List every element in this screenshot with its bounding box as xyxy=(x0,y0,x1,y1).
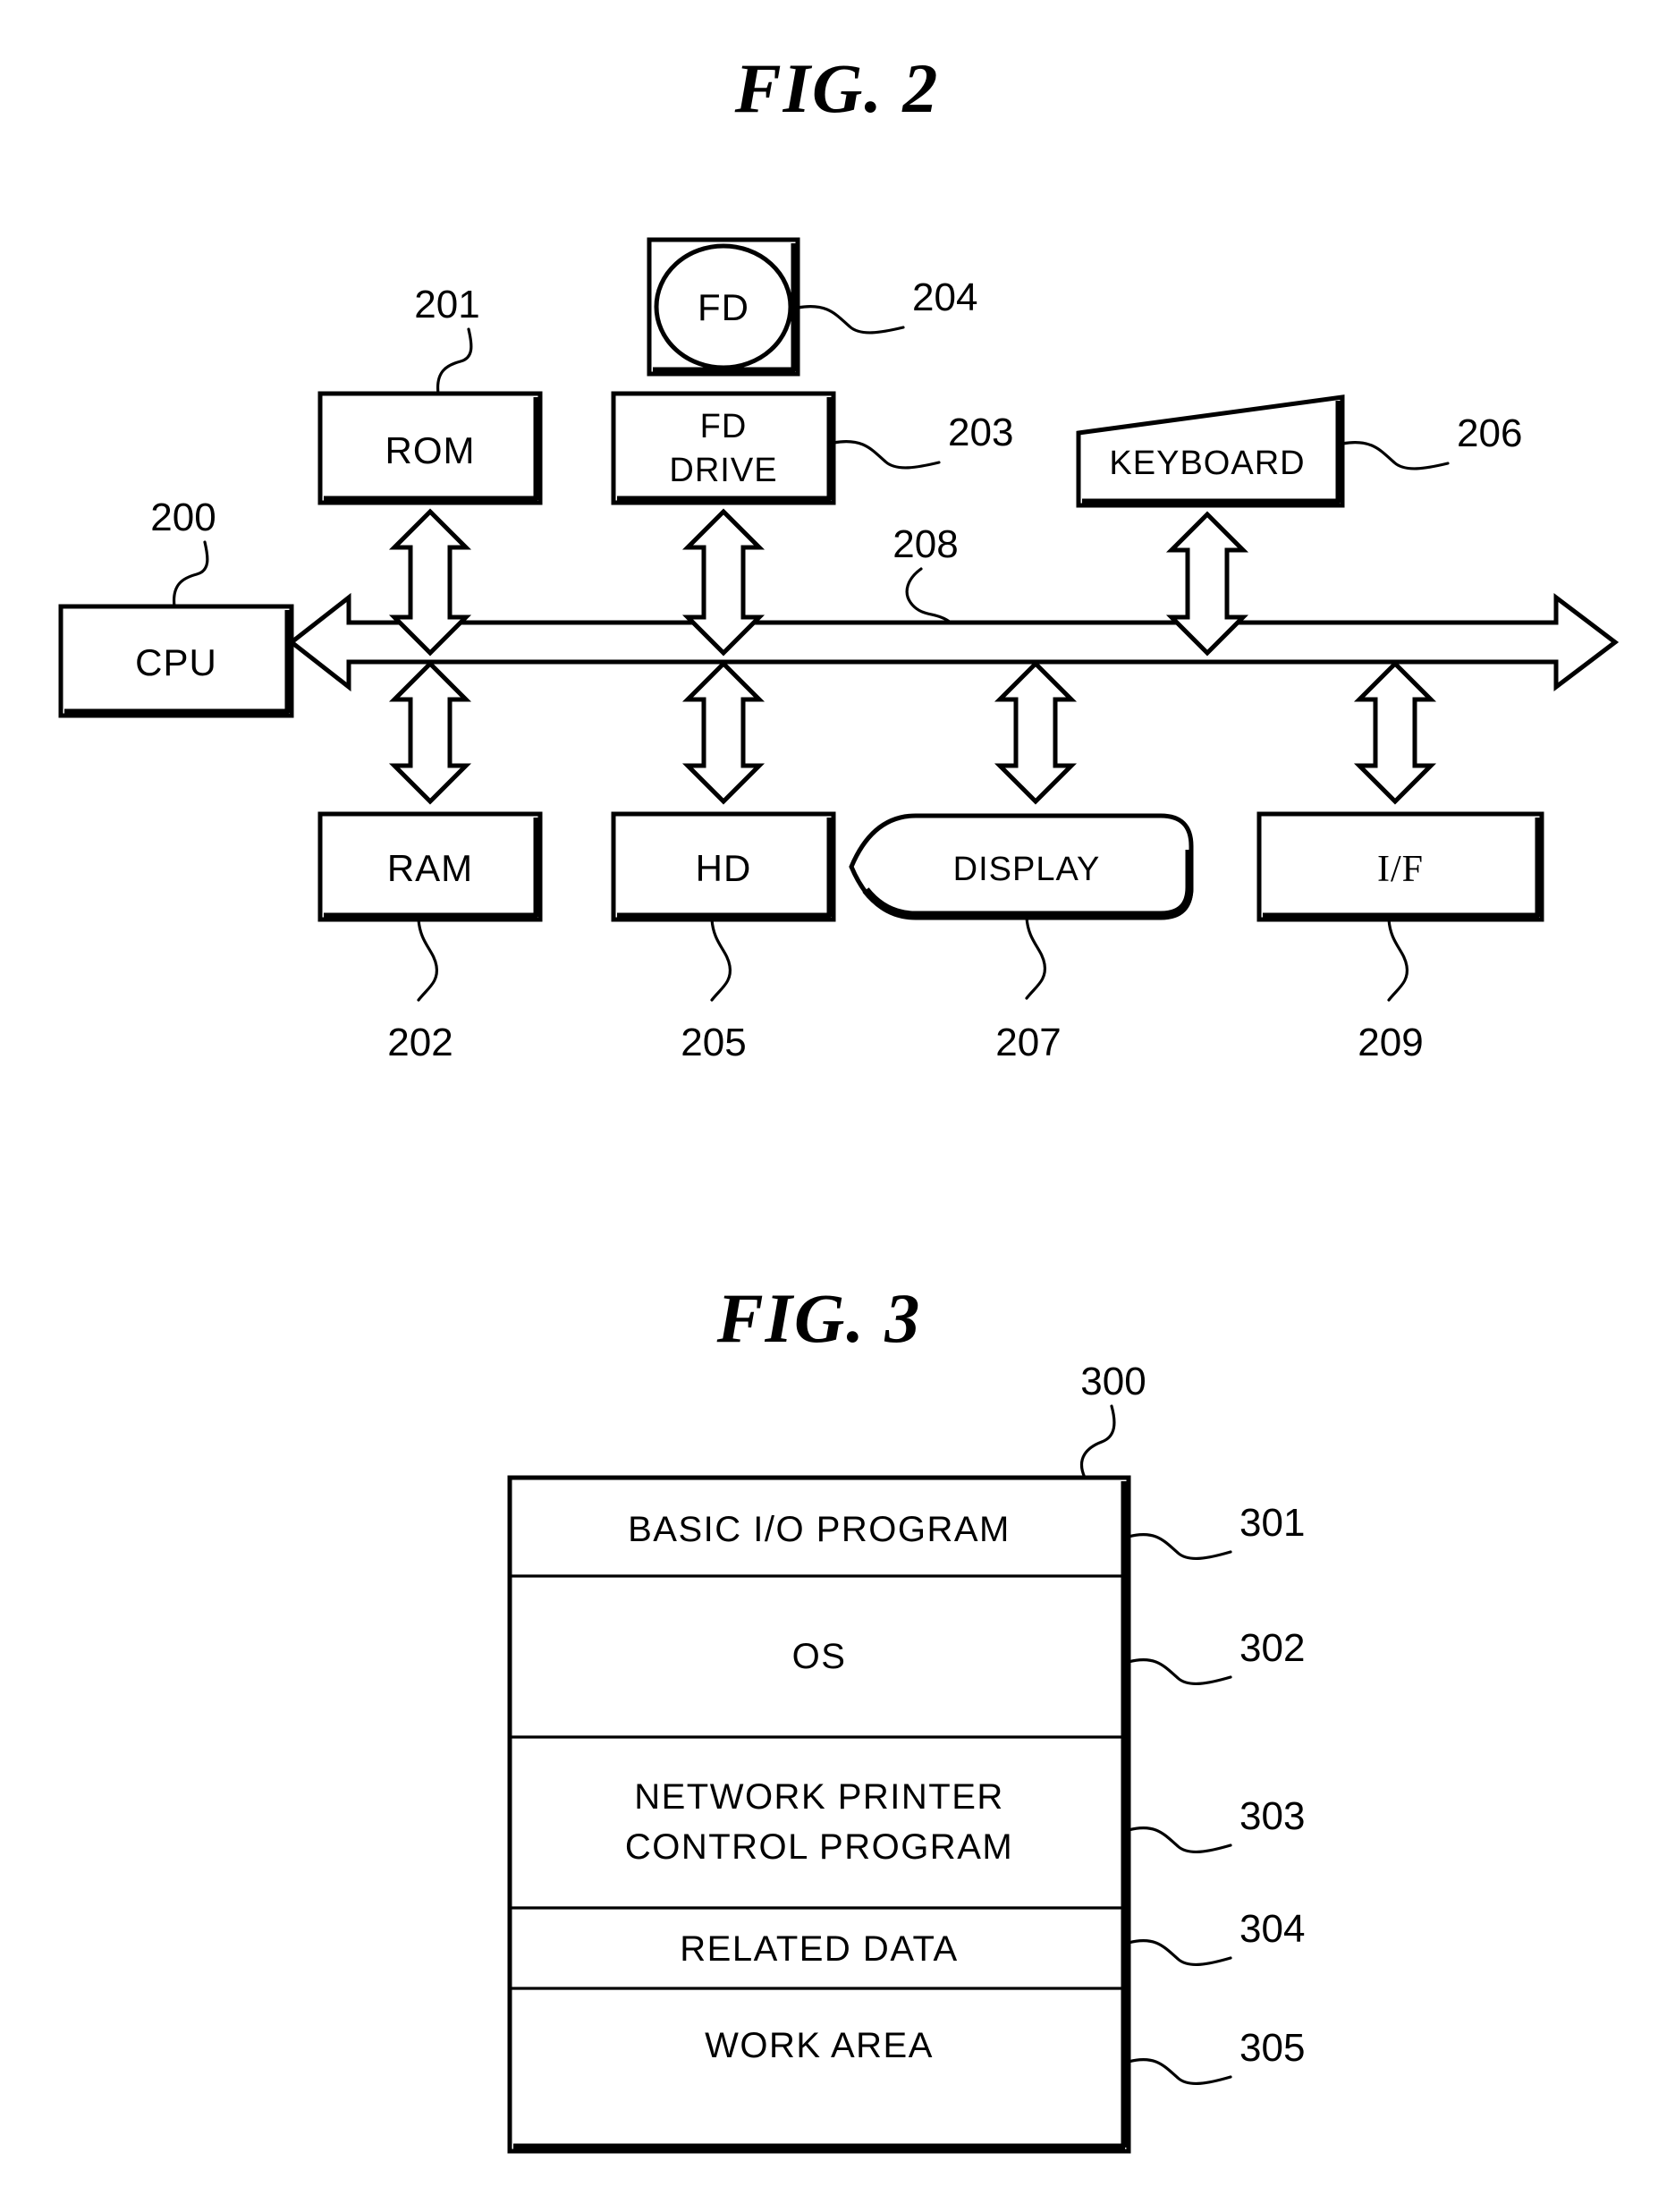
fd-drive-label-line1: FD xyxy=(700,408,748,445)
memory-row-label-1: BASIC I/O PROGRAM xyxy=(628,1510,1011,1549)
memory-row-label-5: WORK AREA xyxy=(705,2026,934,2065)
memory-row-label-3-line1: NETWORK PRINTER xyxy=(634,1777,1004,1817)
ref-number-303: 303 xyxy=(1239,1794,1305,1838)
keyboard-label: KEYBOARD xyxy=(1109,445,1305,482)
display-box: DISPLAY xyxy=(849,813,1194,920)
fd-drive-label-line2: DRIVE xyxy=(669,452,777,489)
memory-map-table: BASIC I/O PROGRAM OS NETWORK PRINTER CON… xyxy=(507,1475,1131,2154)
fd-disk-label: FD xyxy=(698,286,749,328)
cpu-box: CPU xyxy=(58,604,294,718)
ref-number-200: 200 xyxy=(150,496,216,539)
ref-number-208: 208 xyxy=(892,522,958,566)
interface-box: I/F xyxy=(1256,811,1544,922)
hd-box: HD xyxy=(611,811,836,922)
ram-label: RAM xyxy=(387,847,473,889)
ref-number-202: 202 xyxy=(387,1021,453,1064)
ref-number-305: 305 xyxy=(1239,2026,1305,2070)
memory-row-label-4: RELATED DATA xyxy=(680,1929,958,1969)
ref-number-304: 304 xyxy=(1239,1907,1305,1951)
ram-box: RAM xyxy=(317,811,543,922)
ref-number-204: 204 xyxy=(912,275,977,319)
ref-number-203: 203 xyxy=(948,411,1013,454)
interface-label: I/F xyxy=(1377,849,1424,890)
ref-number-209: 209 xyxy=(1358,1021,1423,1064)
figure-2-title: FIG. 2 xyxy=(734,49,940,127)
hd-label: HD xyxy=(696,847,752,889)
cpu-label: CPU xyxy=(135,641,217,683)
ref-number-206: 206 xyxy=(1457,411,1522,455)
ref-number-201: 201 xyxy=(414,283,479,326)
figure-3-title: FIG. 3 xyxy=(716,1279,922,1357)
ref-number-300: 300 xyxy=(1080,1360,1146,1403)
ref-number-205: 205 xyxy=(681,1021,746,1064)
rom-label: ROM xyxy=(385,429,476,471)
memory-row-label-3-line2: CONTROL PROGRAM xyxy=(625,1827,1013,1867)
memory-row-label-2: OS xyxy=(792,1637,847,1676)
rom-box: ROM xyxy=(317,391,543,505)
fd-disk-symbol: FD xyxy=(647,237,800,377)
ref-number-302: 302 xyxy=(1239,1626,1305,1670)
ref-number-301: 301 xyxy=(1239,1501,1305,1545)
ref-number-207: 207 xyxy=(995,1021,1061,1064)
fd-drive-box: FD DRIVE xyxy=(611,391,836,505)
patent-figure-sheet: FIG. 2 FD 204 ROM 201 FD DRIVE 203 KEYBO… xyxy=(0,0,1675,2212)
display-label: DISPLAY xyxy=(953,851,1101,888)
